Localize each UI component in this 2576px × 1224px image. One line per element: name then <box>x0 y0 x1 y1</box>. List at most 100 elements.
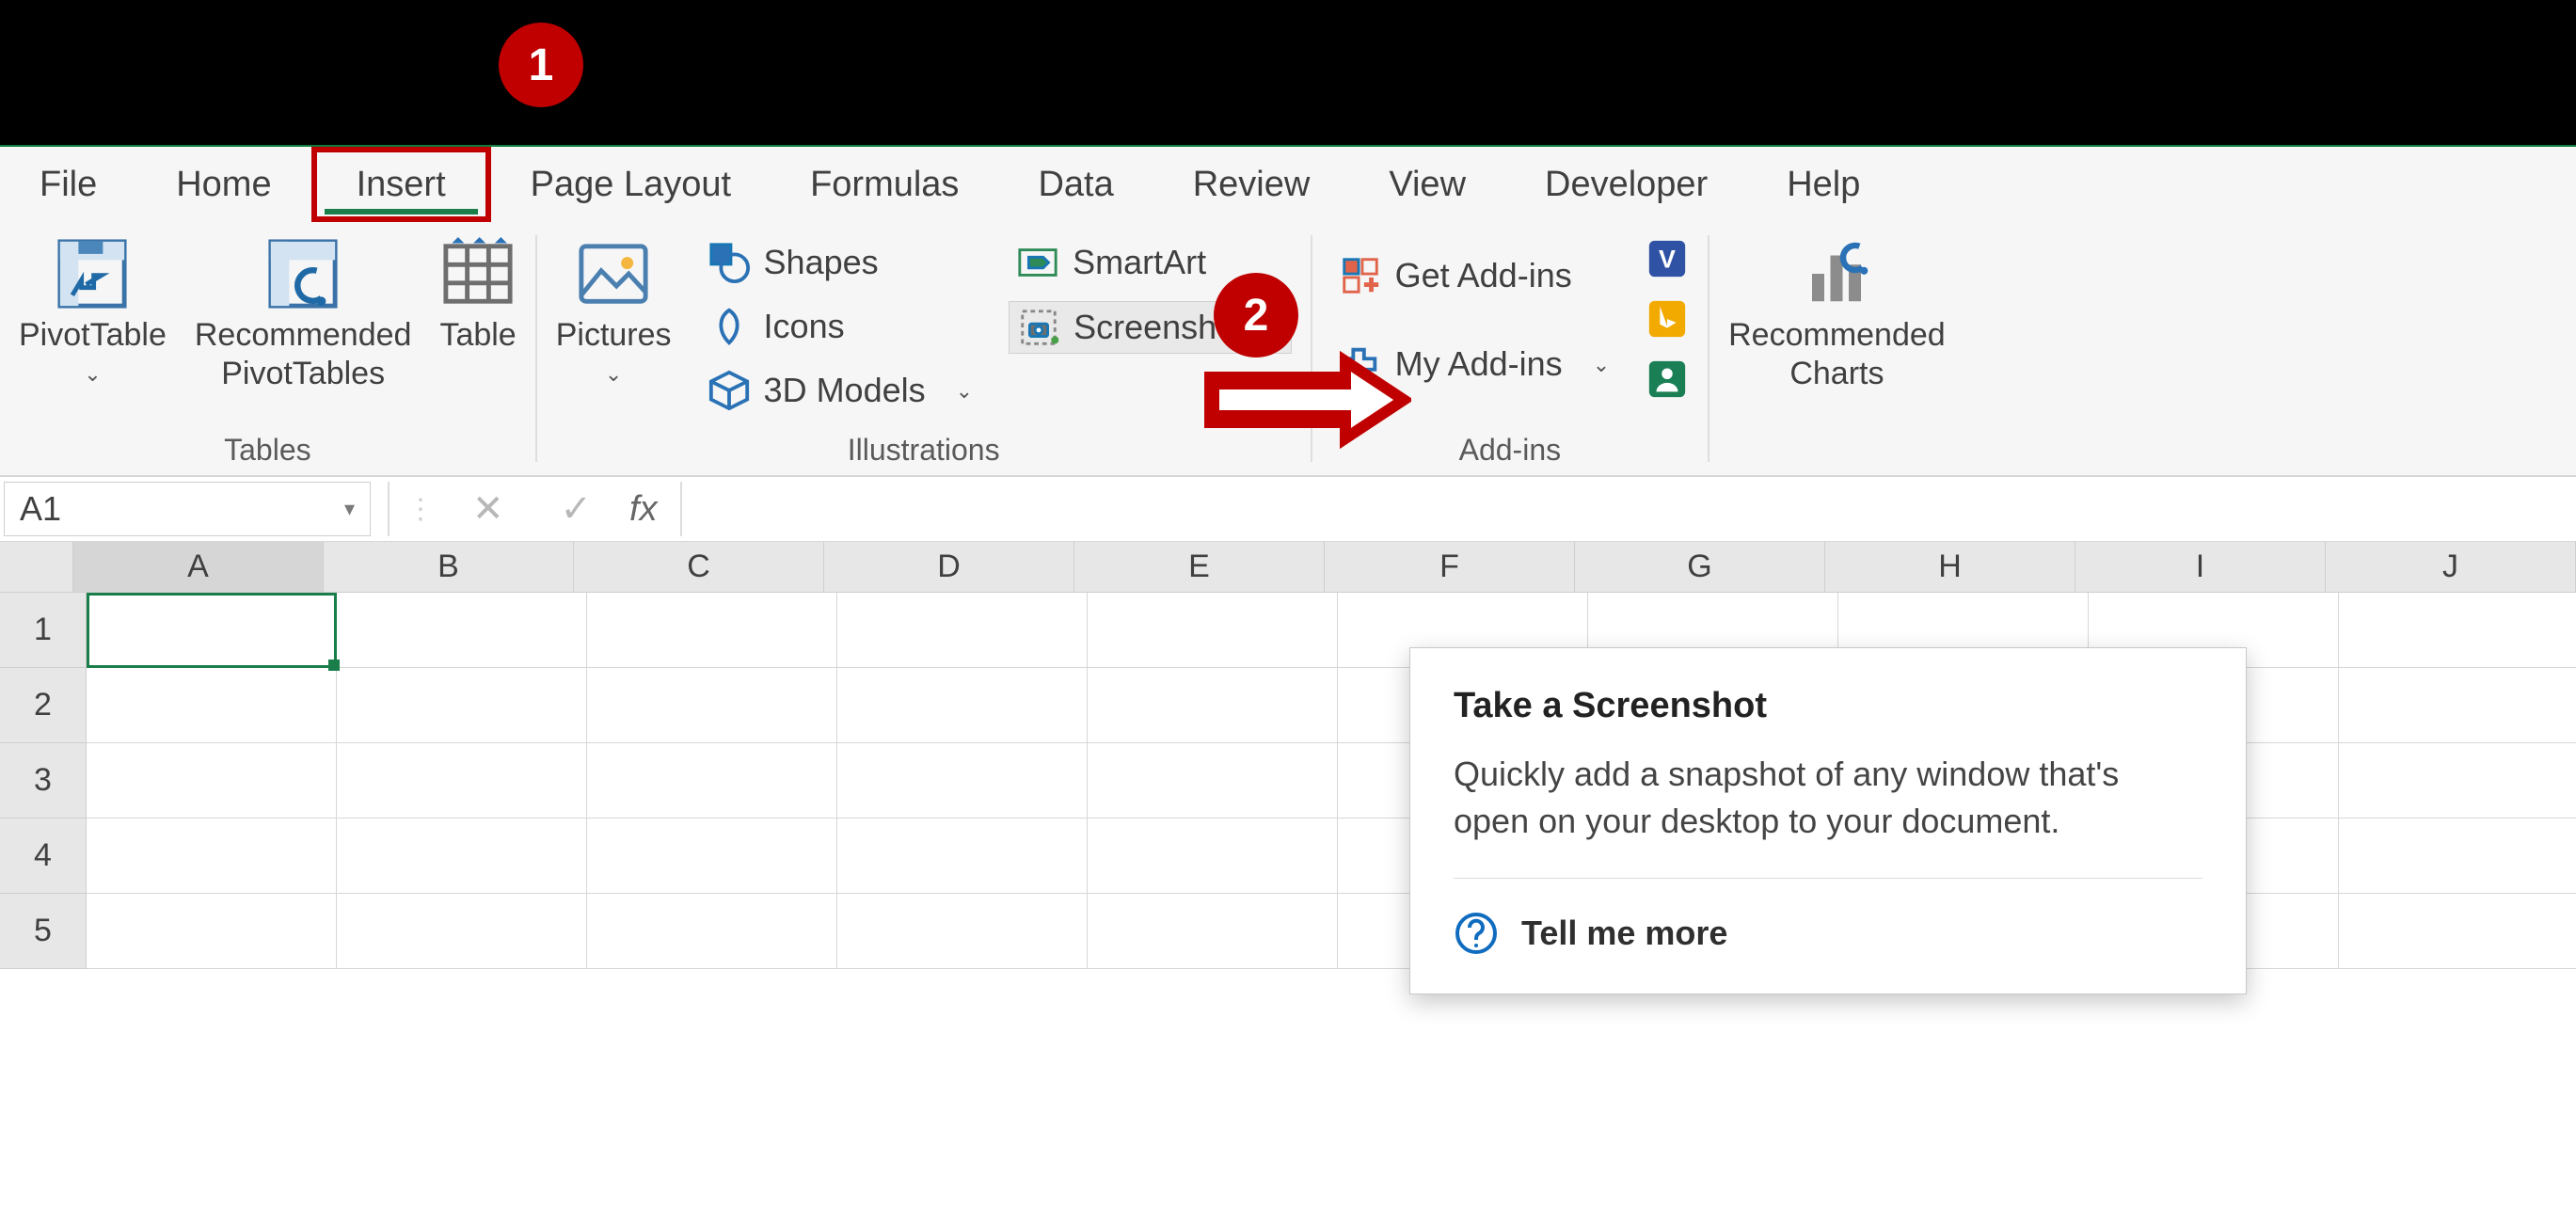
cancel-formula-button[interactable]: ✕ <box>472 487 504 531</box>
recommended-pivottables-label: Recommended PivotTables <box>195 316 412 393</box>
cell-A1[interactable] <box>87 593 337 668</box>
cell[interactable] <box>1088 593 1338 668</box>
column-header[interactable]: A <box>73 542 324 593</box>
select-all-corner[interactable] <box>0 542 73 593</box>
tab-home[interactable]: Home <box>136 147 310 222</box>
cell[interactable] <box>587 894 837 969</box>
window-titlebar <box>0 0 2576 145</box>
cell[interactable] <box>87 819 337 894</box>
smartart-button[interactable]: SmartArt <box>1009 237 1292 288</box>
visio-addin-icon[interactable]: V <box>1646 237 1689 280</box>
cell[interactable] <box>337 819 587 894</box>
tab-review[interactable]: Review <box>1153 147 1350 222</box>
tell-me-more-link[interactable]: Tell me more <box>1454 911 2202 956</box>
cell[interactable] <box>337 668 587 743</box>
recommended-pivottables-button[interactable]: Recommended PivotTables <box>195 231 412 393</box>
table-icon <box>441 237 515 310</box>
column-header[interactable]: I <box>2075 542 2326 593</box>
cell[interactable] <box>587 743 837 819</box>
cell[interactable] <box>587 668 837 743</box>
group-tables-label: Tables <box>224 433 311 468</box>
cell[interactable] <box>1088 743 1338 819</box>
icons-button[interactable]: Icons <box>700 301 981 352</box>
row-header[interactable]: 3 <box>0 743 87 819</box>
row-header[interactable]: 2 <box>0 668 87 743</box>
tab-help[interactable]: Help <box>1747 147 1900 222</box>
3d-models-button[interactable]: 3D Models ⌄ <box>700 365 981 416</box>
pivottable-label: PivotTable <box>19 316 167 355</box>
tab-file[interactable]: File <box>0 147 136 222</box>
tooltip-title: Take a Screenshot <box>1454 686 2202 726</box>
cell[interactable] <box>1088 668 1338 743</box>
recommended-charts-label: Recommended Charts <box>1728 316 1946 393</box>
cell[interactable] <box>87 894 337 969</box>
row-header[interactable]: 1 <box>0 593 87 668</box>
3d-models-label: 3D Models <box>764 371 926 410</box>
cell[interactable] <box>87 743 337 819</box>
tab-data[interactable]: Data <box>998 147 1153 222</box>
row-header[interactable]: 4 <box>0 819 87 894</box>
tab-formulas[interactable]: Formulas <box>771 147 998 222</box>
row-header[interactable]: 5 <box>0 894 87 969</box>
cell[interactable] <box>337 894 587 969</box>
column-header[interactable]: D <box>824 542 1074 593</box>
cell[interactable] <box>837 819 1088 894</box>
chevron-down-icon: ⌄ <box>84 362 101 387</box>
tab-page-layout[interactable]: Page Layout <box>491 147 771 222</box>
cell[interactable] <box>1088 819 1338 894</box>
people-addin-icon[interactable] <box>1646 358 1689 401</box>
recommended-charts-button[interactable]: Recommended Charts <box>1728 231 1946 393</box>
pictures-button[interactable]: Pictures ⌄ <box>556 231 672 387</box>
cell[interactable] <box>837 668 1088 743</box>
row-headers: 1 2 3 4 5 <box>0 593 87 969</box>
chevron-down-icon: ⌄ <box>1593 353 1610 377</box>
column-header[interactable]: G <box>1575 542 1825 593</box>
pivottable-button[interactable]: PivotTable ⌄ <box>19 231 167 387</box>
formula-input[interactable] <box>699 489 2572 529</box>
cell[interactable] <box>837 894 1088 969</box>
tab-developer[interactable]: Developer <box>1505 147 1747 222</box>
my-addins-label: My Add-ins <box>1395 344 1563 384</box>
get-addins-button[interactable]: Get Add-ins <box>1331 250 1618 301</box>
smartart-label: SmartArt <box>1073 243 1206 282</box>
column-header[interactable]: E <box>1074 542 1325 593</box>
screenshot-button[interactable]: Screenshot ⌄ <box>1009 301 1292 354</box>
cell[interactable] <box>837 743 1088 819</box>
column-header[interactable]: F <box>1325 542 1575 593</box>
column-header[interactable]: H <box>1825 542 2075 593</box>
cell[interactable] <box>2339 894 2576 969</box>
tab-view[interactable]: View <box>1349 147 1505 222</box>
shapes-button[interactable]: Shapes <box>700 237 981 288</box>
ribbon-tabs: File Home Insert Page Layout Formulas Da… <box>0 147 2576 222</box>
group-illustrations-label: Illustrations <box>848 433 1000 468</box>
cell[interactable] <box>2339 593 2576 668</box>
column-header[interactable]: C <box>574 542 824 593</box>
name-box-value: A1 <box>20 489 61 529</box>
icons-label: Icons <box>764 307 845 346</box>
cell[interactable] <box>337 743 587 819</box>
screenshot-label: Screenshot <box>1073 308 1245 347</box>
recommended-pivottables-icon <box>266 237 340 310</box>
tab-insert[interactable]: Insert <box>311 147 491 222</box>
smartart-icon <box>1016 241 1059 284</box>
column-header[interactable]: J <box>2326 542 2576 593</box>
separator <box>1454 878 2202 879</box>
cell[interactable] <box>87 668 337 743</box>
group-charts: Recommended Charts <box>1709 222 1946 475</box>
chevron-down-icon: ⌄ <box>956 379 973 404</box>
cell[interactable] <box>587 593 837 668</box>
enter-formula-button[interactable]: ✓ <box>561 487 593 531</box>
cell[interactable] <box>2339 668 2576 743</box>
cell[interactable] <box>2339 743 2576 819</box>
cell[interactable] <box>587 819 837 894</box>
cell[interactable] <box>1088 894 1338 969</box>
name-box[interactable]: A1 ▾ <box>4 482 371 536</box>
cell[interactable] <box>337 593 587 668</box>
bing-addin-icon[interactable] <box>1646 297 1689 341</box>
screenshot-tooltip: Take a Screenshot Quickly add a snapshot… <box>1409 647 2247 994</box>
fx-label[interactable]: fx <box>629 489 658 530</box>
column-header[interactable]: B <box>324 542 574 593</box>
table-button[interactable]: Table <box>439 231 516 355</box>
cell[interactable] <box>837 593 1088 668</box>
cell[interactable] <box>2339 819 2576 894</box>
